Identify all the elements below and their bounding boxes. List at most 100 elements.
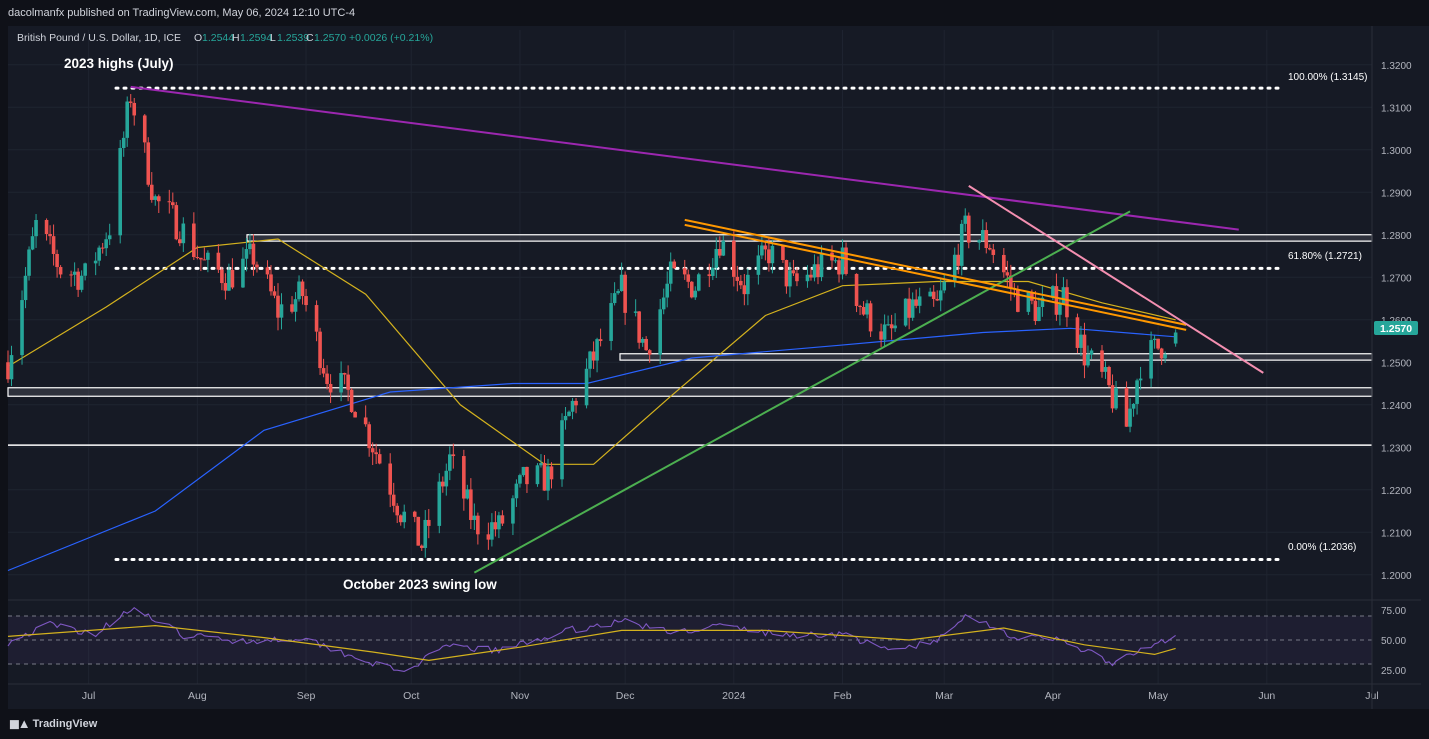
candle-body: [377, 454, 382, 464]
candle-body: [1075, 317, 1080, 348]
candle-body: [128, 101, 133, 103]
candle-body: [451, 454, 456, 457]
candle-body: [791, 270, 796, 274]
fib-0-label: 0.00% (1.2036): [1288, 542, 1356, 553]
candle-body: [935, 299, 940, 301]
candle-body: [23, 275, 28, 301]
price-tick-label: 1.2200: [1381, 486, 1412, 497]
candle-body: [570, 400, 575, 412]
candle-body: [342, 373, 347, 375]
candle-body: [440, 481, 445, 487]
candle-body: [419, 545, 424, 548]
candle-body: [395, 505, 400, 516]
price-tick-label: 1.2700: [1381, 273, 1412, 284]
candle-body: [412, 511, 417, 517]
candle-body: [497, 515, 501, 530]
candle-body: [784, 259, 789, 287]
candle-body: [665, 283, 670, 298]
price-chart[interactable]: 1.32001.31001.30001.29001.28001.27001.26…: [0, 0, 1429, 709]
candle-body: [1149, 340, 1153, 379]
annotation-2023-highs: 2023 highs (July): [64, 56, 174, 71]
candle-body: [560, 420, 564, 480]
candle-body: [1065, 287, 1069, 318]
candle-body: [686, 274, 691, 282]
time-tick-label: 2024: [722, 690, 746, 702]
candle-body: [1100, 350, 1104, 372]
time-tick-label: Sep: [297, 690, 316, 702]
candle-body: [868, 303, 873, 332]
candle-body: [251, 243, 256, 265]
candles: [6, 94, 1178, 558]
candle-body: [51, 236, 56, 254]
candle-body: [349, 389, 354, 412]
time-tick-label: Aug: [188, 690, 207, 702]
support-zone: [7, 387, 1373, 397]
price-tick-label: 1.3000: [1381, 146, 1412, 157]
time-tick-label: Jul: [82, 690, 95, 702]
candle-body: [269, 274, 273, 292]
legend-low: 1.2539: [277, 32, 309, 44]
candle-body: [952, 254, 957, 282]
candle-body: [574, 400, 578, 406]
candle-body: [942, 281, 947, 291]
candle-body: [893, 325, 897, 329]
candle-body: [48, 234, 52, 237]
candle-body: [448, 454, 452, 471]
candle-body: [230, 269, 235, 288]
candle-body: [1152, 338, 1157, 341]
candle-body: [328, 383, 333, 393]
tradingview-logo[interactable]: ◼▲ TradingView: [9, 716, 97, 731]
candle-body: [1058, 304, 1062, 315]
candle-body: [612, 293, 617, 304]
candle-body: [609, 303, 613, 341]
candle-body: [195, 257, 200, 259]
legend-open-label: O: [194, 32, 202, 44]
candle-body: [300, 281, 305, 297]
price-tick-label: 1.2100: [1381, 528, 1412, 539]
candle-body: [493, 522, 498, 530]
time-tick-label: May: [1148, 690, 1169, 702]
candle-body: [206, 252, 210, 260]
candle-body: [788, 270, 792, 287]
candle-body: [588, 351, 592, 369]
price-tick-label: 1.2800: [1381, 231, 1412, 242]
rsi-tick-label: 25.00: [1381, 666, 1406, 677]
candle-body: [1128, 408, 1132, 427]
candle-body: [167, 201, 172, 203]
candle-body: [840, 247, 845, 275]
candle-body: [987, 248, 992, 250]
candle-body: [914, 299, 918, 306]
candle-body: [917, 296, 922, 306]
candle-body: [199, 257, 203, 260]
candle-body: [525, 466, 529, 485]
candle-body: [339, 373, 343, 393]
candle-body: [805, 274, 810, 282]
candle-body: [514, 483, 519, 499]
candle-body: [833, 260, 838, 262]
price-tick-label: 1.2900: [1381, 188, 1412, 199]
candle-body: [991, 249, 996, 255]
candle-body: [1089, 350, 1094, 355]
candle-body: [30, 236, 35, 250]
candle-body: [423, 519, 428, 548]
candle-body: [202, 259, 207, 261]
candle-body: [707, 274, 712, 276]
candle-body: [718, 248, 722, 256]
rsi-tick-label: 50.00: [1381, 636, 1406, 647]
candle-body: [500, 515, 505, 524]
candle-body: [20, 300, 24, 356]
legend-close-label: C: [306, 32, 314, 44]
candle-body: [100, 247, 105, 249]
candle-body: [1082, 334, 1087, 366]
fib-618-label: 61.80% (1.2721): [1288, 251, 1362, 262]
candle-body: [861, 306, 866, 315]
candle-body: [511, 498, 515, 524]
candle-body: [174, 205, 179, 240]
candle-body: [742, 285, 747, 295]
candle-body: [644, 338, 648, 351]
candle-body: [963, 215, 968, 224]
candle-body: [132, 102, 137, 116]
candle-body: [244, 249, 249, 259]
candle-body: [1086, 354, 1090, 366]
candle-body: [142, 115, 147, 143]
